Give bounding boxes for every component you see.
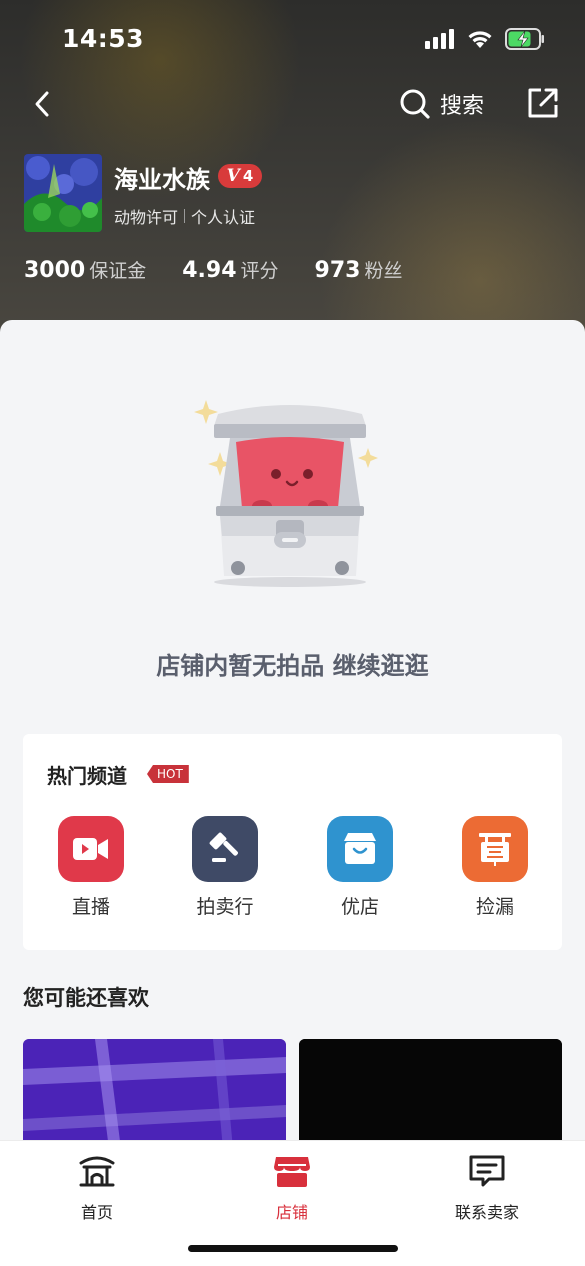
- stat-value: 4.94: [182, 258, 237, 283]
- tab-label: 首页: [80, 1203, 113, 1222]
- status-icons: [425, 27, 545, 51]
- hot-badge: HOT: [147, 765, 189, 783]
- recommend-card[interactable]: [299, 1039, 562, 1149]
- hot-channels-card: 热门频道 HOT 直播 拍卖行 优店 捡漏: [23, 734, 562, 950]
- video-camera-icon: [58, 816, 124, 882]
- home-gate-icon: [79, 1156, 115, 1187]
- search-label: 搜索: [440, 94, 485, 119]
- chevron-left-icon: [35, 91, 49, 117]
- search-icon: [400, 89, 430, 119]
- tag-personal-verified: 个人认证: [191, 208, 256, 227]
- channel-auction-house[interactable]: 拍卖行: [175, 816, 275, 919]
- shop-name: 海业水族: [114, 166, 210, 194]
- channel-quality-shop[interactable]: 优店: [310, 816, 410, 919]
- shop-sign-icon: [462, 816, 528, 882]
- stat-followers: 973 粉丝: [315, 256, 403, 283]
- stat-value: 973: [314, 258, 361, 283]
- level-letter: V: [226, 166, 240, 186]
- product-image: [299, 1039, 562, 1149]
- channel-live[interactable]: 直播: [41, 816, 141, 919]
- tag-divider: [184, 209, 186, 223]
- level-number: 4: [242, 167, 254, 185]
- wifi-icon: [468, 31, 492, 48]
- empty-state-message: 店铺内暂无拍品 继续逛逛: [156, 652, 429, 680]
- status-bar: 14:53: [0, 0, 585, 78]
- back-button[interactable]: [26, 86, 62, 122]
- share-external-icon: [528, 88, 558, 118]
- tag-animal-license: 动物许可: [114, 208, 179, 227]
- recommend-title: 您可能还喜欢: [23, 986, 149, 1010]
- gavel-icon: [192, 816, 258, 882]
- main-content: 店铺内暂无拍品 继续逛逛 热门频道 HOT 直播 拍卖行 优店 捡漏 您可能还喜…: [0, 320, 585, 1149]
- stat-label: 粉丝: [364, 260, 403, 282]
- tab-label: 店铺: [275, 1203, 308, 1222]
- shop-stats: 3000 保证金 4.94 评分 973 粉丝: [24, 256, 439, 283]
- recommend-card[interactable]: [23, 1039, 286, 1149]
- store-icon: [274, 1157, 310, 1187]
- share-button[interactable]: [526, 86, 560, 120]
- channel-bargain[interactable]: 捡漏: [445, 816, 545, 919]
- nav-bar: 搜索: [0, 80, 585, 128]
- tab-store[interactable]: 店铺: [232, 1153, 352, 1223]
- tab-home[interactable]: 首页: [37, 1153, 157, 1223]
- home-indicator[interactable]: [188, 1245, 398, 1252]
- channel-label: 优店: [340, 896, 379, 918]
- shop-header: 14:53 搜索 海业水族 V 4 动物许可 个人认证 3000 保证金 4.9…: [0, 0, 585, 340]
- status-time: 14:53: [62, 24, 145, 53]
- stat-label: 保证金: [89, 260, 147, 282]
- channel-label: 拍卖行: [196, 896, 254, 918]
- stat-value: 3000: [24, 258, 86, 283]
- search-button[interactable]: 搜索: [398, 86, 484, 122]
- stat-label: 评分: [240, 260, 279, 282]
- signal-icon: [425, 29, 454, 49]
- channel-label: 捡漏: [475, 896, 514, 918]
- stat-deposit: 3000 保证金: [24, 256, 146, 283]
- shop-avatar-image: [24, 154, 102, 232]
- channels-title: 热门频道: [47, 764, 127, 788]
- empty-chest-illustration: [194, 400, 378, 587]
- stat-rating: 4.94 评分: [182, 256, 278, 283]
- shop-box-icon: [327, 816, 393, 882]
- message-icon: [469, 1155, 505, 1187]
- shop-avatar[interactable]: [24, 154, 102, 232]
- shop-tags: 动物许可 个人认证: [114, 204, 255, 228]
- tab-label: 联系卖家: [454, 1203, 519, 1222]
- product-image: [23, 1039, 286, 1149]
- tab-contact-seller[interactable]: 联系卖家: [427, 1153, 547, 1223]
- level-badge: V 4: [218, 164, 262, 188]
- battery-charging-icon: [505, 28, 544, 50]
- channel-label: 直播: [71, 896, 110, 918]
